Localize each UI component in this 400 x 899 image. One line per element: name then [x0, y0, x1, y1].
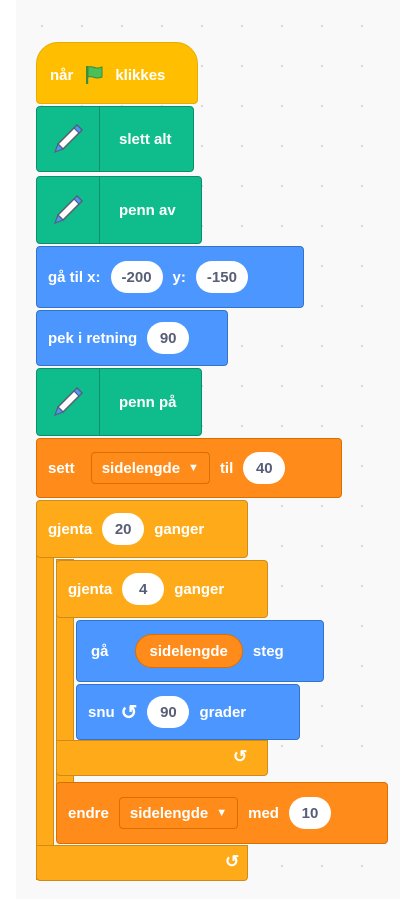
rotate-left-icon: ↺ [120, 701, 138, 724]
block-label: gjenta [68, 580, 113, 598]
block-label: når [50, 66, 74, 84]
pen-up-block[interactable]: penn av [36, 176, 202, 244]
repeat-outer-footer[interactable]: ↺ [36, 845, 248, 881]
change-variable-block[interactable]: endre sidelengde ▼ med 10 [56, 782, 388, 844]
point-direction-block[interactable]: pek i retning 90 [36, 310, 228, 366]
block-label: klikkes [115, 66, 166, 84]
block-label: ganger [174, 580, 225, 598]
block-label: gå [91, 642, 109, 660]
dropdown-caret-icon: ▼ [216, 807, 228, 819]
repeat-count-input[interactable]: 20 [102, 513, 145, 545]
repeat-outer-body [36, 505, 54, 880]
goto-xy-block[interactable]: gå til x: -200 y: -150 [36, 246, 304, 308]
repeat-count-input[interactable]: 4 [122, 573, 165, 605]
block-label: penn på [119, 393, 177, 411]
block-label: slett alt [119, 130, 172, 148]
pen-down-block[interactable]: penn på [36, 368, 202, 436]
variable-dropdown[interactable]: sidelengde ▼ [90, 452, 210, 484]
repeat-inner-footer[interactable]: ↺ [56, 740, 268, 776]
pen-extension-icon [37, 177, 100, 243]
dropdown-value: sidelengde [101, 459, 181, 477]
block-label: til [219, 459, 234, 477]
turn-left-block[interactable]: snu ↺ 90 grader [76, 684, 300, 740]
pen-clear-block[interactable]: slett alt [36, 106, 194, 172]
loop-arrow-icon: ↺ [233, 747, 248, 766]
block-label: pek i retning [48, 329, 138, 347]
block-label: gjenta [48, 520, 93, 538]
dropdown-caret-icon: ▼ [188, 462, 199, 474]
block-label: grader [199, 703, 247, 721]
variable-dropdown[interactable]: sidelengde ▼ [118, 797, 239, 829]
repeat-outer-block[interactable]: gjenta 20 ganger [36, 500, 248, 558]
y-input[interactable]: -150 [195, 261, 248, 293]
dropdown-value: sidelengde [129, 804, 209, 822]
pen-extension-icon [37, 369, 100, 435]
block-label: steg [252, 642, 284, 660]
direction-input[interactable]: 90 [147, 322, 190, 354]
block-label: penn av [119, 201, 176, 219]
value-input[interactable]: 10 [288, 797, 331, 829]
repeat-inner-block[interactable]: gjenta 4 ganger [56, 560, 268, 618]
block-label: y: [172, 268, 186, 286]
block-label: ganger [154, 520, 205, 538]
degrees-input[interactable]: 90 [147, 696, 190, 728]
x-input[interactable]: -200 [110, 261, 163, 293]
move-steps-block[interactable]: gå sidelengde steg [76, 620, 324, 682]
value-input[interactable]: 40 [243, 452, 286, 484]
set-variable-block[interactable]: sett sidelengde ▼ til 40 [36, 438, 342, 498]
block-label: snu [88, 703, 115, 721]
block-label: sett [48, 459, 75, 477]
when-flag-clicked-block[interactable]: når klikkes [36, 42, 198, 104]
block-label: endre [68, 804, 109, 822]
variable-reporter[interactable]: sidelengde [134, 634, 243, 668]
green-flag-icon [83, 64, 105, 86]
scratch-code-area: ↺ ↺ når klikkes slett alt penn av gå til… [0, 0, 400, 899]
loop-arrow-icon: ↺ [225, 852, 240, 871]
block-label: gå til x: [48, 268, 101, 286]
pen-extension-icon [37, 107, 100, 171]
block-label: med [248, 804, 279, 822]
